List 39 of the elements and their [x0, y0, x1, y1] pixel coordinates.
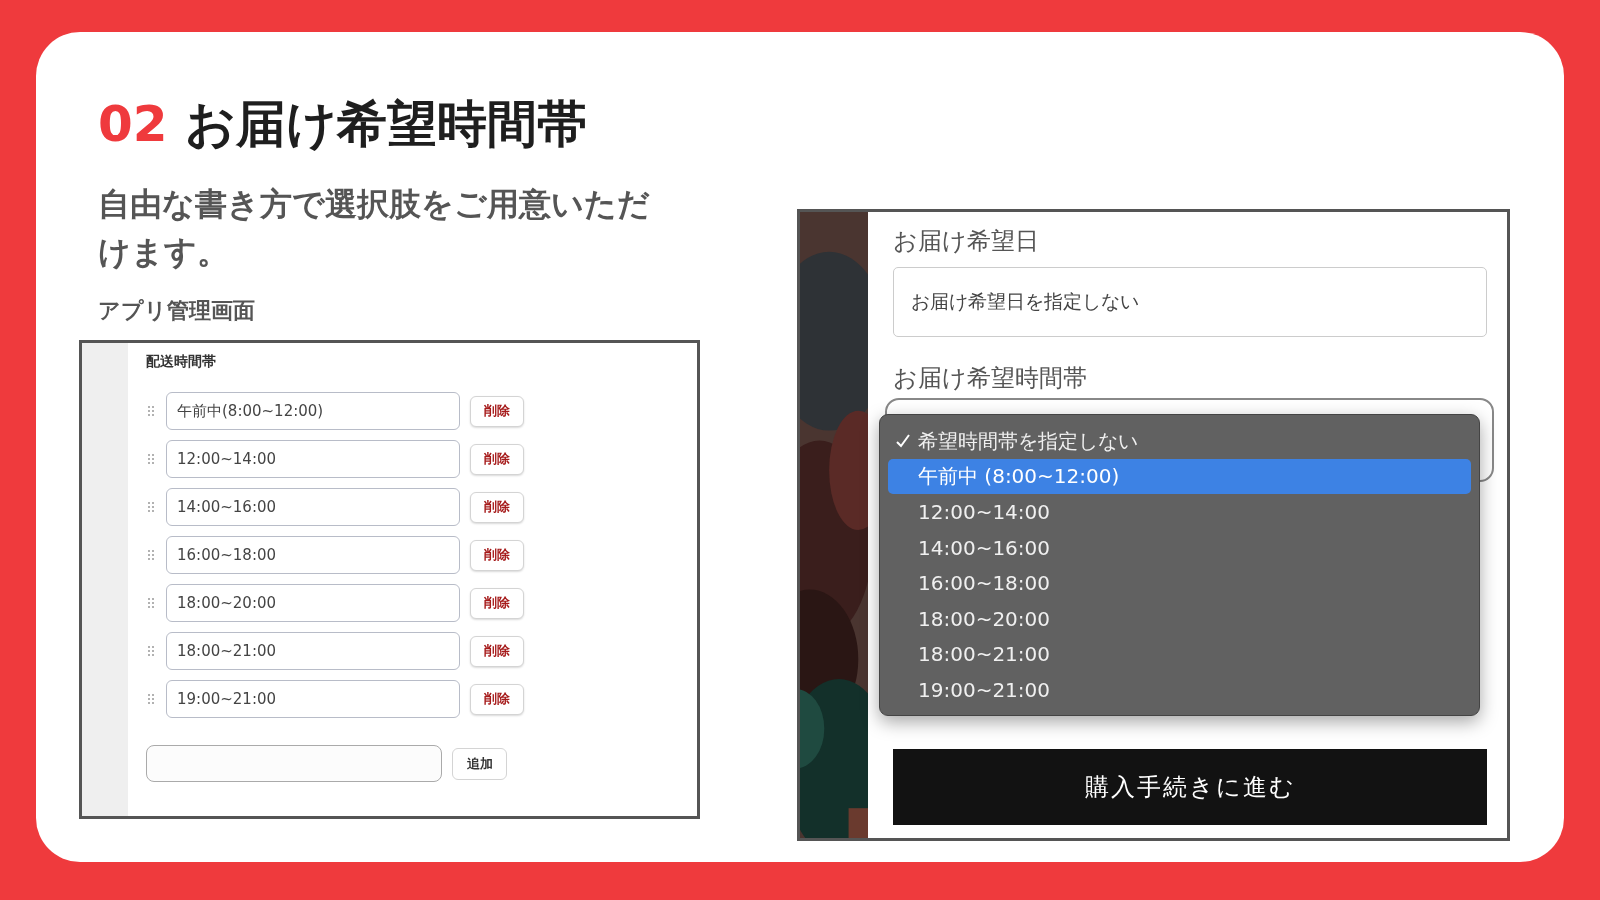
drag-handle-icon[interactable]: [148, 454, 154, 464]
input-field[interactable]: [146, 745, 442, 782]
delete-button[interactable]: 削除: [470, 635, 524, 667]
drag-handle-icon[interactable]: [148, 502, 154, 512]
drag-handle-icon[interactable]: [148, 550, 154, 560]
menu-option[interactable]: 19:00~21:00: [888, 671, 1471, 708]
drag-handle-icon[interactable]: [148, 694, 154, 704]
delete-button[interactable]: 削除: [470, 443, 524, 475]
drag-handle-icon[interactable]: [148, 406, 154, 416]
date-field[interactable]: お届け希望日を指定しない: [893, 267, 1487, 338]
input-field[interactable]: 19:00~21:00: [166, 680, 460, 718]
add-button[interactable]: 追加: [452, 747, 507, 780]
delete-button[interactable]: 削除: [470, 395, 524, 427]
section-title: 配送時間帯: [146, 353, 217, 371]
menu-option[interactable]: 18:00~20:00: [888, 600, 1471, 637]
menu-option[interactable]: 希望時間帯を指定しない: [888, 423, 1471, 459]
menu-option[interactable]: 12:00~14:00: [888, 494, 1471, 530]
input-field[interactable]: 12:00~14:00: [166, 440, 460, 478]
menu-option[interactable]: 14:00~16:00: [888, 529, 1471, 566]
input-field[interactable]: 14:00~16:00: [166, 488, 460, 526]
input-field[interactable]: 午前中(8:00~12:00): [166, 392, 460, 430]
input-field[interactable]: 18:00~21:00: [166, 632, 460, 670]
slide-title: 02 お届け希望時間帯: [98, 94, 588, 154]
input-field[interactable]: 16:00~18:00: [166, 536, 460, 574]
input-field[interactable]: 18:00~20:00: [166, 584, 460, 622]
delete-button[interactable]: 削除: [470, 539, 524, 571]
field-label: お届け希望日: [893, 226, 1040, 257]
checkout-button[interactable]: 購入手続きに進む: [893, 749, 1487, 825]
drag-handle-icon[interactable]: [148, 646, 154, 656]
menu-option[interactable]: 18:00~21:00: [888, 636, 1471, 672]
menu-option[interactable]: 午前中 (8:00~12:00): [888, 458, 1471, 495]
caption-text: アプリ管理画面: [98, 297, 256, 325]
menu-option[interactable]: 16:00~18:00: [888, 565, 1471, 601]
drag-handle-icon[interactable]: [148, 598, 154, 608]
delete-button[interactable]: 削除: [470, 683, 524, 715]
field-label: お届け希望時間帯: [893, 363, 1088, 395]
lead-text: 自由な書き方で選択肢をご用意いただけます。: [98, 184, 651, 273]
delete-button[interactable]: 削除: [470, 587, 524, 619]
delete-button[interactable]: 削除: [470, 491, 524, 523]
